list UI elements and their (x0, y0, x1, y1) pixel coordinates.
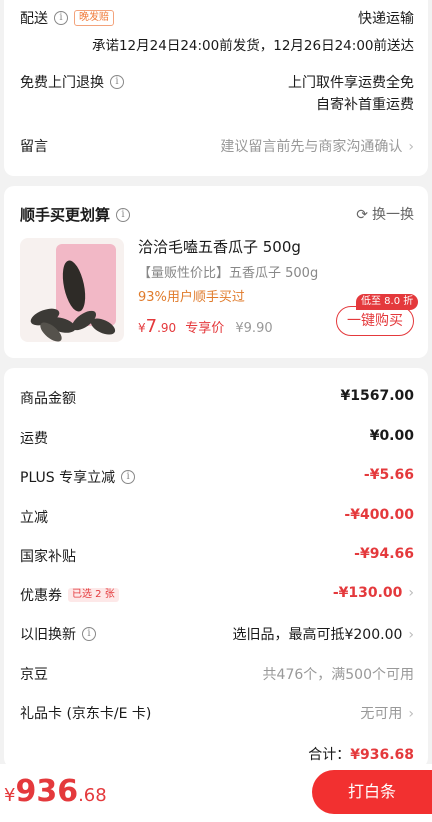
original-price: ¥9.90 (235, 321, 273, 336)
delivery-method: 快递运输 (358, 11, 414, 27)
product-subtitle: 【量贩性价比】五香瓜子 500g (138, 266, 319, 281)
returns-row[interactable]: 免费上门退换 i 上门取件享运费全免 (20, 72, 414, 92)
exclusive-price-tag: 专享价 (185, 321, 225, 336)
summary-row-coupon[interactable]: 优惠券 已选 2 张 -¥130.00 › (20, 585, 414, 605)
checkout-bar: ¥936.68 打白条 (0, 764, 432, 822)
total-price: ¥936.68 (4, 774, 107, 809)
total-value: ¥936.68 (350, 747, 414, 763)
summary-row-discount: 立减 -¥400.00 (20, 507, 414, 526)
product-image[interactable] (20, 238, 124, 342)
total-label: 合计： (308, 747, 351, 763)
info-icon[interactable]: i (116, 207, 131, 222)
addon-title: 顺手买更划算 (20, 206, 111, 224)
message-placeholder: 建议留言前先与商家沟通确认 (220, 139, 403, 155)
late-compensation-badge: 晚发赔 (74, 10, 114, 26)
delivery-promise: 承诺12月24日24:00前发货，12月26日24:00前送达 (91, 38, 414, 54)
returns-label: 免费上门退换 (20, 75, 104, 91)
info-icon[interactable]: i (82, 627, 96, 641)
summary-row-subsidy: 国家补贴 -¥94.66 (20, 546, 414, 565)
summary-row-tradein[interactable]: 以旧换新 i 选旧品，最高可抵¥200.00 › (20, 624, 414, 644)
info-icon[interactable]: i (121, 470, 136, 484)
social-proof: 93%用户顺手买过 (138, 290, 245, 305)
coupon-selected-badge: 已选 2 张 (68, 588, 119, 602)
refresh-button[interactable]: ⟳ 换一换 (356, 204, 414, 224)
one-click-buy-button[interactable]: 一键购买 (336, 306, 414, 336)
addon-card: 顺手买更划算 i ⟳ 换一换 洽洽毛嗑五香瓜子 500g 【量贩性价比】五香瓜子 … (4, 186, 428, 358)
info-icon[interactable]: i (54, 11, 68, 25)
delivery-row[interactable]: 配送 i 晚发赔 快递运输 (20, 8, 414, 28)
returns-line1: 上门取件享运费全免 (288, 75, 414, 91)
chevron-right-icon: › (408, 139, 414, 155)
discount-tag: 低至 8.0 折 (356, 294, 419, 310)
refresh-label: 换一换 (372, 207, 414, 223)
returns-line2: 自寄补首重运费 (316, 97, 414, 113)
product-name[interactable]: 洽洽毛嗑五香瓜子 500g (138, 236, 301, 257)
delivery-label: 配送 (20, 11, 48, 27)
message-row[interactable]: 留言 建议留言前先与商家沟通确认 › (20, 136, 414, 156)
pay-baitiao-button[interactable]: 打白条 (312, 770, 432, 814)
summary-total: 合计：¥936.68 (20, 744, 414, 764)
summary-card: 商品金额 ¥1567.00 运费 ¥0.00 PLUS 专享立减 i -¥5.6… (4, 368, 428, 768)
summary-row-subtotal: 商品金额 ¥1567.00 (20, 388, 414, 407)
info-icon[interactable]: i (110, 75, 124, 89)
delivery-card: 配送 i 晚发赔 快递运输 承诺12月24日24:00前发货，12月26日24:… (4, 0, 428, 176)
summary-row-jingdou: 京豆 共476个，满500个可用 (20, 667, 414, 683)
summary-row-plus: PLUS 专享立减 i -¥5.66 (20, 467, 414, 486)
addon-price: ¥7.90 专享价 ¥9.90 (138, 316, 273, 337)
refresh-icon: ⟳ (356, 207, 368, 223)
chevron-right-icon: › (408, 706, 414, 722)
chevron-right-icon: › (408, 627, 414, 643)
message-label: 留言 (20, 139, 48, 155)
summary-row-shipping: 运费 ¥0.00 (20, 428, 414, 447)
summary-row-giftcard[interactable]: 礼品卡 (京东卡/E 卡) 无可用 › (20, 703, 414, 723)
chevron-right-icon: › (408, 585, 414, 601)
